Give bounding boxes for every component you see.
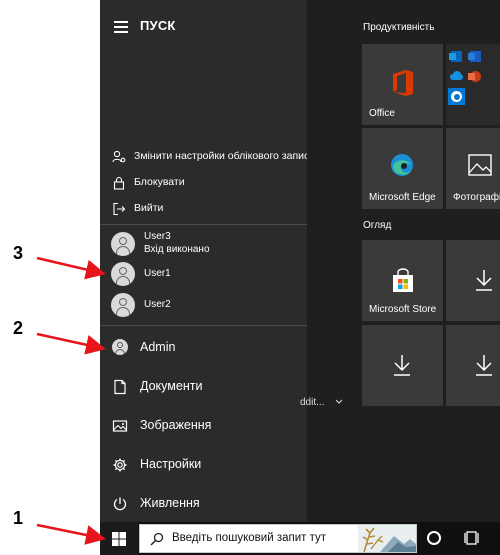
annotation-arrow-3 [36,256,106,280]
annotation-arrow-2 [36,332,106,355]
annotation-arrow-1 [36,523,106,545]
screenshot: ПУСК Змінити настройки облікового запис … [0,0,500,555]
annotation-arrows [36,256,106,545]
